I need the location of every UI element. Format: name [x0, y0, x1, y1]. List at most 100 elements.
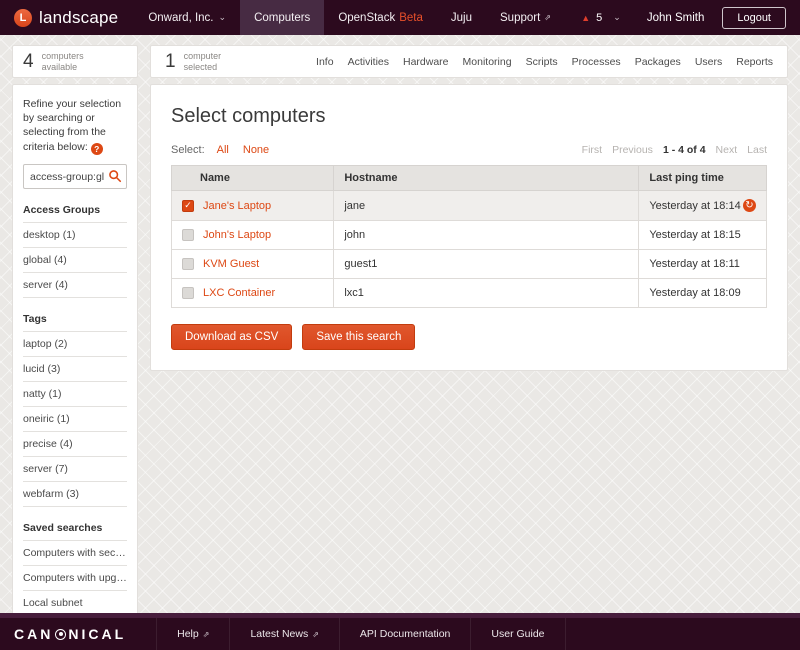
row-checkbox[interactable]	[182, 287, 194, 299]
saved-search-link[interactable]: Computers with securit…	[23, 541, 127, 565]
page-title: Select computers	[171, 105, 767, 128]
access-group-link[interactable]: desktop (1)	[23, 223, 127, 247]
list-item: server (7)	[23, 457, 127, 482]
table-row: John's Laptop john Yesterday at 18:15	[172, 221, 767, 250]
select-computers-card: Select computers Select: All None First …	[150, 84, 788, 371]
beta-badge: Beta	[399, 12, 423, 24]
brand-name: landscape	[39, 8, 118, 28]
tag-link[interactable]: precise (4)	[23, 432, 127, 456]
list-item: precise (4)	[23, 432, 127, 457]
tab-scripts[interactable]: Scripts	[526, 56, 558, 68]
access-group-link[interactable]: global (4)	[23, 248, 127, 272]
computer-tabs: Info Activities Hardware Monitoring Scri…	[316, 56, 773, 68]
content-area: 4 computers available Refine your select…	[0, 35, 800, 613]
chevron-down-icon: ⌄	[613, 13, 621, 22]
last-ping-value: Yesterday at 18:14	[649, 200, 740, 212]
list-item: webfarm (3)	[23, 482, 127, 507]
tag-link[interactable]: lucid (3)	[23, 357, 127, 381]
tab-activities[interactable]: Activities	[348, 56, 389, 68]
pagination-previous[interactable]: Previous	[612, 144, 653, 156]
landscape-logo-icon: L	[14, 9, 32, 27]
row-checkbox[interactable]	[182, 229, 194, 241]
table-header-row: Name Hostname Last ping time	[172, 166, 767, 191]
user-name: John Smith	[647, 12, 705, 24]
tab-users[interactable]: Users	[695, 56, 722, 68]
select-none-link[interactable]: None	[243, 144, 269, 156]
table-row: KVM Guest guest1 Yesterday at 18:11	[172, 250, 767, 279]
saved-search-link[interactable]: Computers with upgrades	[23, 566, 127, 590]
external-link-icon: ⇗	[312, 630, 319, 639]
pagination-range: 1 - 4 of 4	[663, 144, 706, 156]
footer-link-help[interactable]: Help⇗	[156, 618, 229, 650]
nav-item-support[interactable]: Support ⇗	[486, 0, 565, 35]
computer-name-link[interactable]: John's Laptop	[203, 229, 271, 241]
table-row: LXC Container lxc1 Yesterday at 18:09	[172, 279, 767, 308]
hostname-cell: jane	[334, 191, 639, 221]
search-icon[interactable]	[108, 169, 122, 186]
column-header-hostname: Hostname	[334, 166, 639, 191]
tag-link[interactable]: natty (1)	[23, 382, 127, 406]
landscape-logo[interactable]: L landscape	[0, 0, 134, 35]
list-item: natty (1)	[23, 382, 127, 407]
external-link-icon: ⇗	[544, 13, 551, 22]
download-csv-button[interactable]: Download as CSV	[171, 324, 292, 350]
nav-item-openstack[interactable]: OpenStack Beta	[324, 0, 437, 35]
page: L landscape Onward, Inc. ⌄ Computers Ope…	[0, 0, 800, 650]
alerts-dropdown[interactable]: ▲ 5 ⌄	[581, 12, 621, 24]
pagination-last[interactable]: Last	[747, 144, 767, 156]
computer-name-link[interactable]: KVM Guest	[203, 258, 259, 270]
save-search-button[interactable]: Save this search	[302, 324, 415, 350]
list-item: desktop (1)	[23, 223, 127, 248]
nav-item-computers[interactable]: Computers	[240, 0, 324, 35]
search-box	[23, 164, 127, 189]
row-checkbox[interactable]: ✓	[182, 200, 194, 212]
help-icon[interactable]: ?	[91, 143, 103, 155]
list-item: Computers with upgrades	[23, 566, 127, 591]
external-link-icon: ⇗	[203, 630, 210, 639]
row-checkbox[interactable]	[182, 258, 194, 270]
last-ping-value: Yesterday at 18:15	[649, 229, 740, 241]
tag-link[interactable]: oneiric (1)	[23, 407, 127, 431]
hostname-cell: lxc1	[334, 279, 639, 308]
tab-monitoring[interactable]: Monitoring	[463, 56, 512, 68]
computer-name-link[interactable]: Jane's Laptop	[203, 200, 271, 212]
chevron-down-icon: ⌄	[219, 13, 227, 22]
ping-history-icon[interactable]: ↻	[743, 199, 756, 212]
access-group-link[interactable]: server (4)	[23, 273, 127, 297]
tab-hardware[interactable]: Hardware	[403, 56, 449, 68]
logout-button[interactable]: Logout	[722, 7, 786, 29]
sidebar: 4 computers available Refine your select…	[12, 45, 138, 613]
topbar-right: ▲ 5 ⌄ John Smith Logout	[581, 0, 800, 35]
list-item: global (4)	[23, 248, 127, 273]
pagination-first[interactable]: First	[582, 144, 602, 156]
list-item: laptop (2)	[23, 332, 127, 357]
available-count: 4	[23, 51, 34, 73]
footer-link-latest-news[interactable]: Latest News⇗	[229, 618, 338, 650]
selected-label: computer selected	[184, 51, 222, 73]
tag-link[interactable]: webfarm (3)	[23, 482, 127, 506]
tab-packages[interactable]: Packages	[635, 56, 681, 68]
saved-search-link[interactable]: Local subnet	[23, 591, 127, 613]
computers-table: Name Hostname Last ping time ✓ Jane's La…	[171, 165, 767, 308]
computer-name-link[interactable]: LXC Container	[203, 287, 275, 299]
tag-link[interactable]: server (7)	[23, 457, 127, 481]
list-item: Computers with securit…	[23, 541, 127, 566]
hostname-cell: john	[334, 221, 639, 250]
pagination-next[interactable]: Next	[716, 144, 738, 156]
access-groups-heading: Access Groups	[23, 204, 127, 222]
tag-link[interactable]: laptop (2)	[23, 332, 127, 356]
tab-reports[interactable]: Reports	[736, 56, 773, 68]
available-label: computers available	[42, 51, 84, 73]
list-item: Local subnet	[23, 591, 127, 613]
tab-info[interactable]: Info	[316, 56, 334, 68]
nav-item-organization[interactable]: Onward, Inc. ⌄	[134, 0, 240, 35]
canonical-o-icon	[55, 629, 66, 640]
tab-processes[interactable]: Processes	[572, 56, 621, 68]
footer-link-user-guide[interactable]: User Guide	[470, 618, 565, 650]
footer: CANNICAL Help⇗ Latest News⇗ API Document…	[0, 618, 800, 650]
nav-item-juju[interactable]: Juju	[437, 0, 486, 35]
footer-link-api-documentation[interactable]: API Documentation	[339, 618, 470, 650]
footer-links: Help⇗ Latest News⇗ API Documentation Use…	[156, 618, 565, 650]
select-all-link[interactable]: All	[217, 144, 229, 156]
saved-searches-heading: Saved searches	[23, 522, 127, 540]
